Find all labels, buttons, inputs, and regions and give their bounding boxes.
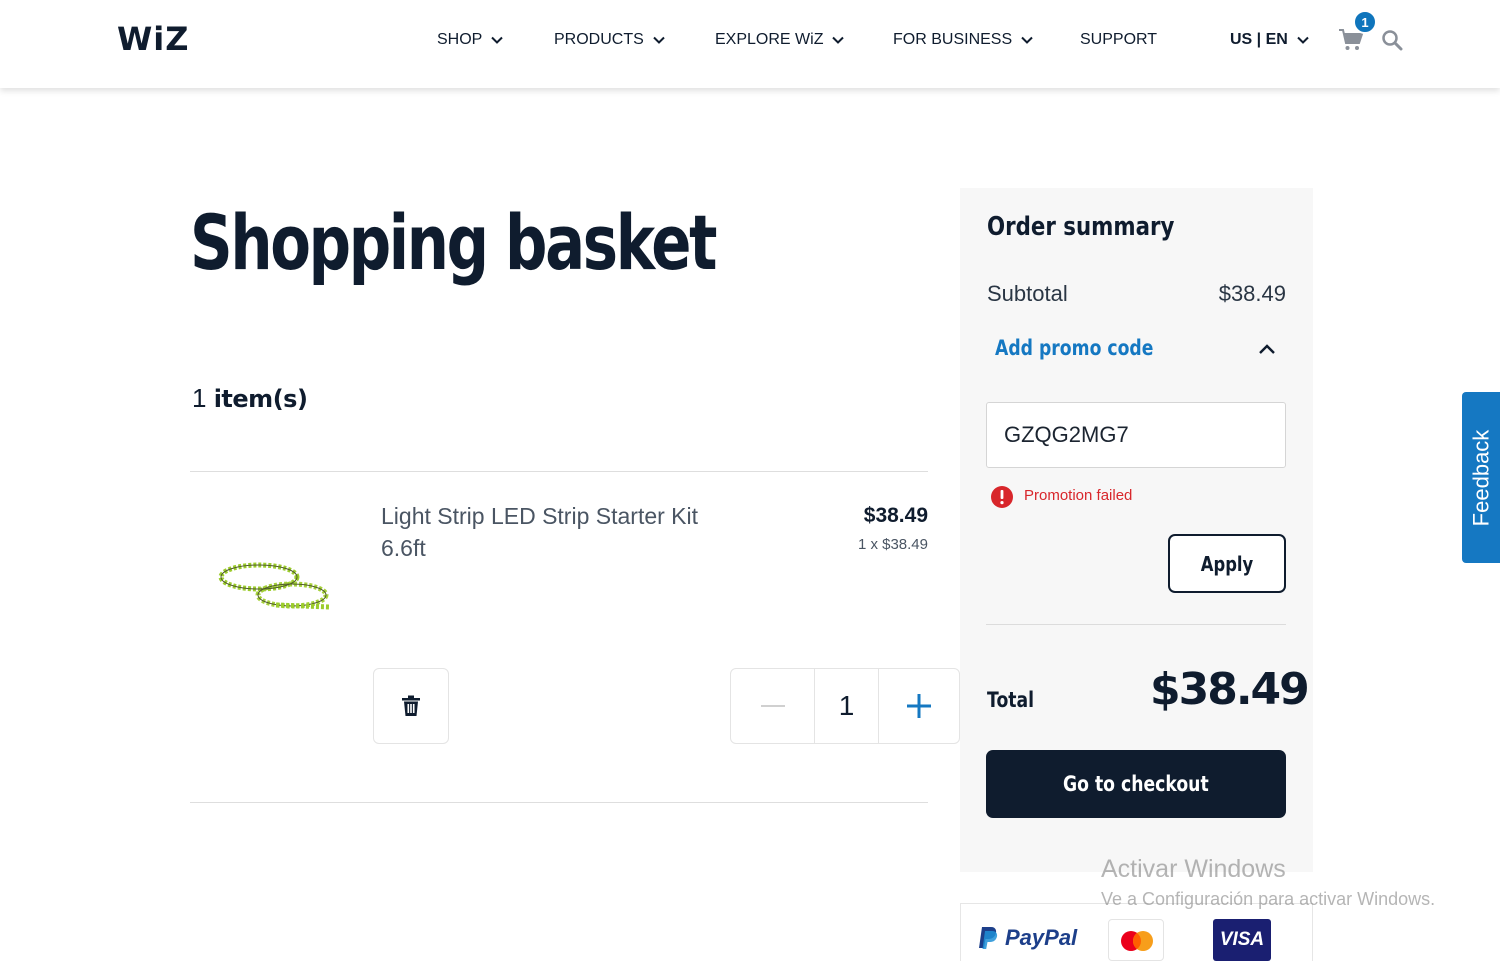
quantity-value[interactable]: 1 <box>815 669 879 743</box>
search-icon[interactable] <box>1381 29 1403 51</box>
mastercard-logo <box>1108 919 1164 961</box>
total-label: Total <box>987 688 1035 712</box>
nav-support-label: SUPPORT <box>1080 31 1158 48</box>
feedback-label: Feedback <box>1468 429 1493 526</box>
nav-explore-label: EXPLORE WiZ <box>715 31 824 48</box>
nav-business-label: FOR BUSINESS <box>893 31 1013 48</box>
nav-support[interactable]: SUPPORT <box>1080 28 1157 52</box>
decrease-quantity-button[interactable] <box>731 669 815 743</box>
paypal-logo: PayPal <box>977 925 1077 951</box>
paypal-label: PayPal <box>1005 925 1078 950</box>
nav-shop-label: SHOP <box>437 31 483 48</box>
paypal-icon <box>979 927 998 949</box>
visa-label: VISA <box>1219 929 1265 950</box>
plus-icon <box>907 694 931 718</box>
nav-products[interactable]: PRODUCTS <box>554 28 666 52</box>
item-count: 1 item(s) <box>192 383 308 414</box>
go-to-checkout-button[interactable]: Go to checkout <box>986 750 1286 818</box>
visa-logo: VISA <box>1213 919 1271 961</box>
apply-label: Apply <box>1200 551 1254 576</box>
nav-for-business[interactable]: FOR BUSINESS <box>893 28 1034 52</box>
total-value: $38.49 <box>1150 664 1310 715</box>
locale-label: US | EN <box>1230 31 1288 48</box>
error-icon <box>991 486 1013 508</box>
apply-promo-button[interactable]: Apply <box>1168 534 1286 593</box>
page-title: Shopping basket <box>190 198 717 287</box>
remove-item-button[interactable] <box>373 668 449 744</box>
divider <box>190 802 928 803</box>
nav-shop[interactable]: SHOP <box>437 28 504 52</box>
add-promo-code-toggle[interactable]: Add promo code <box>995 336 1153 360</box>
promo-error-message: Promotion failed <box>1024 487 1133 504</box>
promo-code-input[interactable] <box>986 402 1286 468</box>
feedback-tab[interactable]: Feedback <box>1462 392 1500 563</box>
chevron-up-icon[interactable] <box>1257 340 1277 360</box>
item-count-number: 1 <box>192 383 207 413</box>
site-header: WiZ SHOP PRODUCTS EXPLORE WiZ FOR BUSINE… <box>0 0 1500 88</box>
subtotal-label: Subtotal <box>987 281 1068 306</box>
chevron-down-icon <box>1021 36 1033 44</box>
wiz-logo[interactable]: WiZ <box>117 20 189 58</box>
quantity-stepper: 1 <box>730 668 960 744</box>
item-count-label: item(s) <box>213 385 308 413</box>
locale-selector[interactable]: US | EN <box>1230 28 1310 52</box>
product-price: $38.49 <box>863 504 928 527</box>
light-strip-product-image[interactable] <box>214 545 334 615</box>
minus-icon <box>760 705 785 707</box>
divider <box>986 624 1286 625</box>
windows-activation-watermark-subtitle: Ve a Configuración para activar Windows. <box>1101 889 1436 909</box>
order-summary-title: Order summary <box>987 212 1175 242</box>
cart-count-badge: 1 <box>1353 10 1377 34</box>
product-name[interactable]: Light Strip LED Strip Starter Kit 6.6ft <box>381 500 741 564</box>
chevron-down-icon <box>491 36 504 44</box>
product-unit-price: 1 x $38.49 <box>857 536 928 553</box>
subtotal-value: $38.49 <box>1218 281 1286 306</box>
nav-explore-wiz[interactable]: EXPLORE WiZ <box>715 28 845 52</box>
mastercard-icon <box>1121 931 1153 951</box>
chevron-down-icon <box>832 36 845 44</box>
chevron-down-icon <box>1297 36 1309 44</box>
trash-icon <box>402 695 420 716</box>
chevron-down-icon <box>653 36 665 44</box>
divider <box>190 471 928 472</box>
increase-quantity-button[interactable] <box>879 669 959 743</box>
nav-products-label: PRODUCTS <box>554 31 644 48</box>
windows-activation-watermark-title: Activar Windows <box>1101 855 1286 883</box>
checkout-label: Go to checkout <box>1063 772 1209 796</box>
